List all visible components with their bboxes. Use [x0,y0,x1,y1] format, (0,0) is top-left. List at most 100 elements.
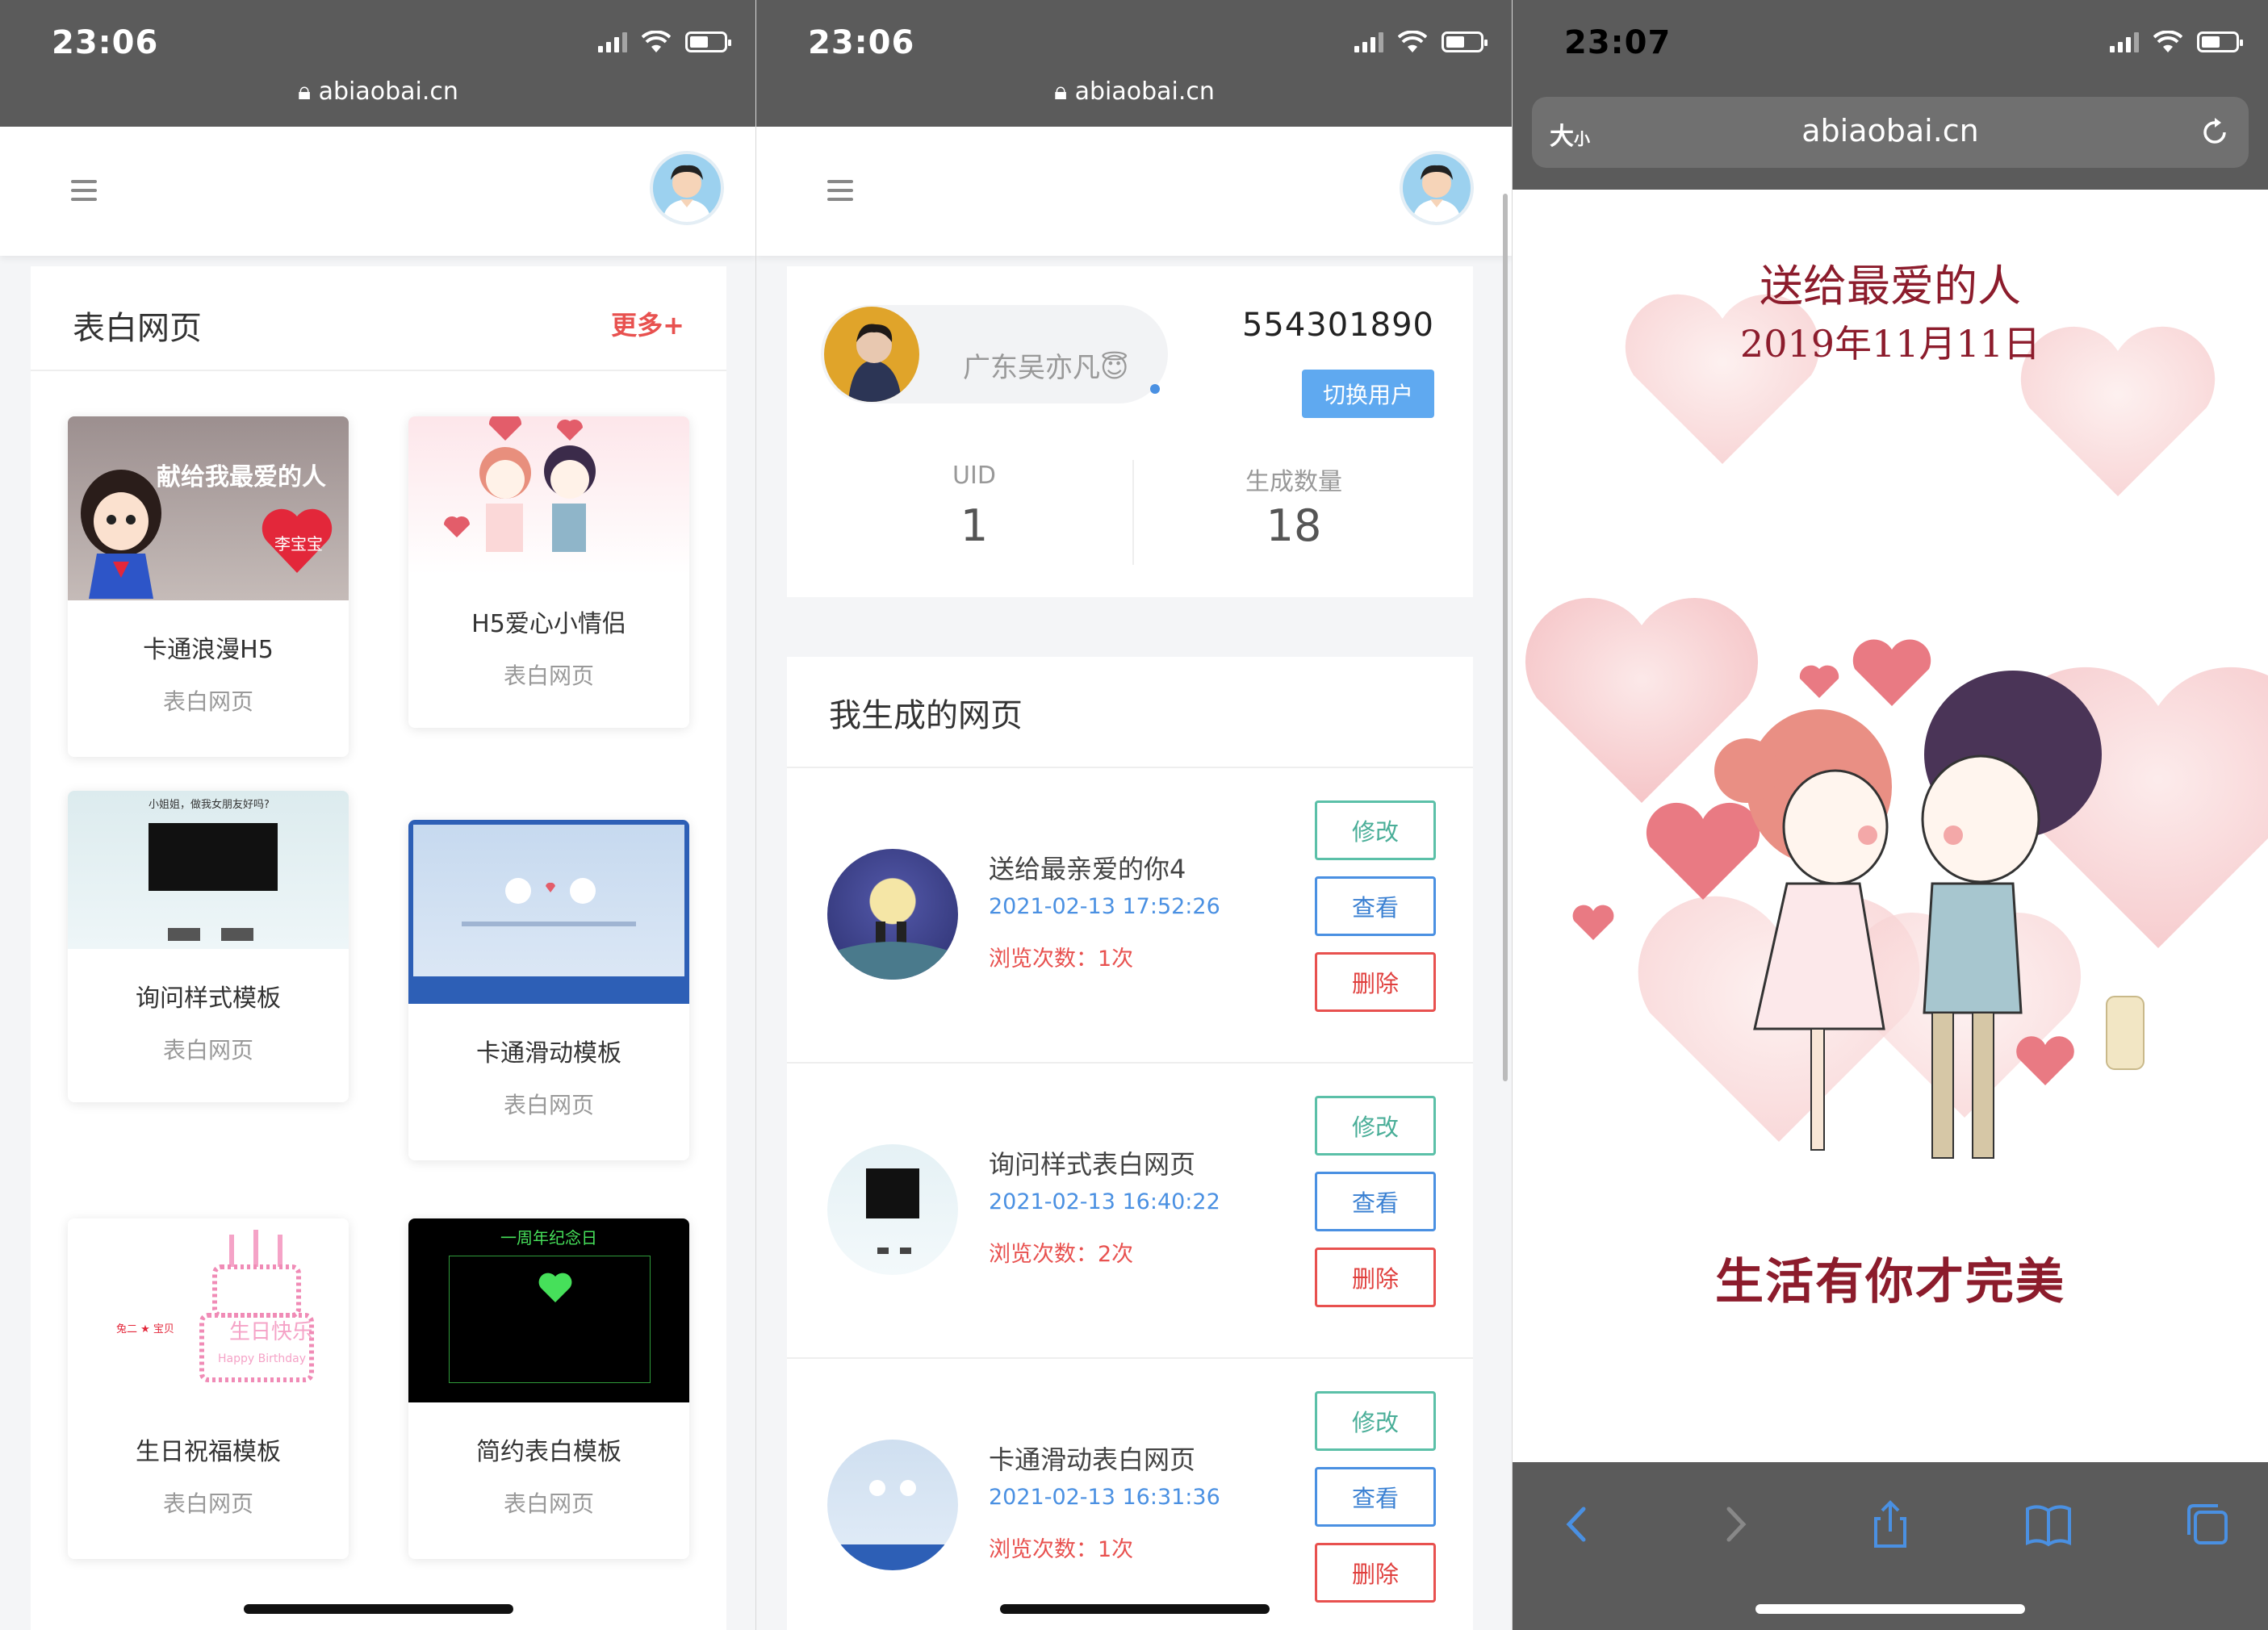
account-number: 554301890 [1241,307,1434,344]
stat-label-uid: UID [952,462,996,490]
signal-icon [1354,31,1383,52]
delete-button[interactable]: 删除 [1315,1543,1436,1603]
birthday-cake-illustration [199,1230,314,1382]
template-name: 生日祝福模板 [136,1438,281,1466]
list-item: 卡通滑动表白网页 2021-02-13 16:31:36 浏览次数：1次 修改 … [787,1359,1473,1630]
cartoon-scroll-thumbnail [827,1480,958,1570]
menu-icon[interactable] [827,180,853,201]
scrollbar[interactable] [1503,194,1508,1081]
back-icon[interactable] [1553,1496,1601,1553]
stat-value-uid: 1 [960,500,989,551]
menu-icon[interactable] [71,180,97,201]
template-category: 表白网页 [162,1037,253,1064]
view-button[interactable]: 查看 [1315,1467,1436,1527]
online-dot [1150,384,1160,394]
stat-label-count: 生成数量 [1245,468,1342,496]
page-title: 送给最爱的人 [1760,261,2021,311]
template-thumbnail: 生日快乐 Happy Birthday 兔二 ★ 宝贝 [68,1218,349,1402]
page-views: 浏览次数：2次 [989,1242,1134,1267]
heart-icon [538,1273,572,1302]
template-category: 表白网页 [162,1490,253,1517]
app-header [0,127,756,256]
page-views: 浏览次数：1次 [989,947,1134,972]
template-category: 表白网页 [503,662,594,689]
inquiry-thumbnail-illustration [866,1168,919,1254]
more-link[interactable]: 更多+ [611,305,684,342]
lock-icon: 🔒︎ [1054,77,1068,106]
template-thumbnail [408,820,689,1004]
profile-photo-icon [848,324,902,402]
wifi-icon [642,31,671,52]
template-thumbnail: 献给我最爱的人 李宝宝 [68,416,349,600]
signal-icon [2110,31,2139,52]
template-card: 表白网页 更多+ 献给我最爱的人 李宝宝 卡通浪漫H5 表白网页 H5爱心小情侣… [31,266,726,1630]
wifi-icon [1398,31,1427,52]
home-indicator [999,1604,1270,1614]
page-thumbnail[interactable] [827,849,958,980]
wifi-icon [2153,31,2182,52]
view-button[interactable]: 查看 [1315,876,1436,936]
divider [31,370,726,371]
share-icon[interactable] [1866,1496,1914,1553]
couple-illustration [444,416,596,552]
page-title[interactable]: 询问样式表白网页 [989,1144,1195,1181]
safari-top-bar: 23:07 大小 abiaobai.cn [1513,0,2268,190]
template-item[interactable]: H5爱心小情侣 表白网页 [408,416,689,728]
template-item[interactable]: 一周年纪念日 简约表白模板 表白网页 [408,1218,689,1559]
profile-avatar[interactable] [824,307,919,402]
section-title: 我生成的网页 [829,697,1023,734]
page-thumbnail[interactable] [827,1440,958,1570]
template-category: 表白网页 [503,1092,594,1118]
no-chip [221,928,253,941]
yes-chip [168,928,200,941]
list-item: 询问样式表白网页 2021-02-13 16:40:22 浏览次数：2次 修改 … [787,1064,1473,1357]
divider [1132,460,1134,565]
status-time: 23:06 [808,24,915,61]
template-item[interactable]: 小姐姐，做我女朋友好吗? 询问样式模板 表白网页 [68,791,349,1102]
status-time: 23:07 [1564,24,1672,61]
cartoon-girl-icon [81,470,161,599]
section-title: 表白网页 [73,310,202,347]
delete-button[interactable]: 删除 [1315,1248,1436,1307]
my-pages-card: 我生成的网页 送给最亲爱的你4 2021-02-13 17:52:26 浏览次数… [787,657,1473,1630]
signal-icon [598,31,627,52]
page-date: 2021-02-13 16:40:22 [989,1189,1220,1214]
delete-button[interactable]: 删除 [1315,952,1436,1012]
page-date: 2019年11月11日 [1739,322,2041,366]
view-button[interactable]: 查看 [1315,1172,1436,1231]
user-avatar[interactable] [1400,151,1474,225]
address-bar[interactable]: 大小 abiaobai.cn [1532,97,2249,168]
profile-card: 广东吴亦凡😇 554301890 切换用户 UID 1 生成数量 18 [787,266,1473,597]
status-bar: 23:06 🔒︎ abiaobai.cn [0,0,756,127]
list-item: 送给最亲爱的你4 2021-02-13 17:52:26 浏览次数：1次 修改 … [787,768,1473,1062]
page-caption: 生活有你才完美 [1715,1254,2065,1310]
status-bar: 23:06 🔒︎ abiaobai.cn [756,0,1513,127]
tabs-icon[interactable] [2182,1496,2231,1553]
template-item[interactable]: 生日快乐 Happy Birthday 兔二 ★ 宝贝 生日祝福模板 表白网页 [68,1218,349,1559]
template-name: 卡通浪漫H5 [143,636,274,664]
template-category: 表白网页 [162,688,253,715]
switch-user-button[interactable]: 切换用户 [1302,370,1434,418]
page-title[interactable]: 送给最亲爱的你4 [989,849,1186,886]
user-avatar[interactable] [650,151,724,225]
template-item[interactable]: 献给我最爱的人 李宝宝 卡通浪漫H5 表白网页 [68,416,349,757]
screen-love-page-preview: 23:07 大小 abiaobai.cn 送给最爱的人 2019年11月11日 … [1513,0,2268,1630]
photo-placeholder [149,823,278,891]
edit-button[interactable]: 修改 [1315,800,1436,860]
avatar-icon [1412,165,1461,222]
bookmarks-icon[interactable] [2024,1496,2073,1553]
profile-name: 广东吴亦凡😇 [963,352,1129,384]
url-text: abiaobai.cn [318,77,458,106]
page-date: 2021-02-13 17:52:26 [989,894,1220,919]
edit-button[interactable]: 修改 [1315,1391,1436,1451]
page-thumbnail[interactable] [827,1144,958,1275]
edit-button[interactable]: 修改 [1315,1096,1436,1156]
app-header [756,127,1513,256]
reload-icon[interactable] [2197,115,2232,150]
template-item[interactable]: 卡通滑动模板 表白网页 [408,820,689,1160]
template-name: 卡通滑动模板 [476,1039,621,1068]
forward-icon[interactable] [1711,1496,1760,1553]
page-title[interactable]: 卡通滑动表白网页 [989,1440,1195,1477]
battery-icon [685,31,731,52]
avatar-icon [663,165,711,222]
